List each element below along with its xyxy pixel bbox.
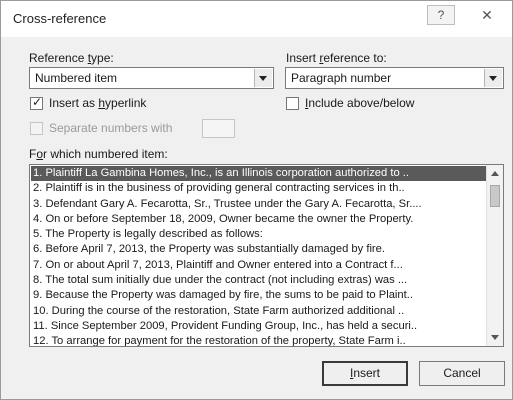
list-item[interactable]: 11. Since September 2009, Provident Fund… (31, 319, 486, 334)
list-item[interactable]: 2. Plaintiff is in the business of provi… (31, 181, 486, 196)
cancel-button[interactable]: Cancel (419, 361, 505, 386)
list-item[interactable]: 12. To arrange for payment for the resto… (31, 334, 486, 346)
insert-as-hyperlink-label[interactable]: Insert as hyperlink (49, 96, 146, 110)
scroll-down-icon[interactable] (491, 335, 499, 340)
reference-type-label: Reference type: (29, 51, 114, 65)
help-icon: ? (437, 8, 445, 22)
title-bar: Cross-reference ? ✕ (1, 1, 512, 37)
list-item[interactable]: 5. The Property is legally described as … (31, 227, 486, 242)
help-button[interactable]: ? (427, 5, 455, 25)
close-icon: ✕ (481, 7, 493, 23)
chevron-down-icon[interactable] (484, 69, 502, 87)
list-item[interactable]: 10. During the course of the restoration… (31, 304, 486, 319)
item-list: 1. Plaintiff La Gambina Homes, Inc., is … (31, 166, 486, 346)
list-item[interactable]: 7. On or about April 7, 2013, Plaintiff … (31, 258, 486, 273)
list-item[interactable]: 8. The total sum initially due under the… (31, 273, 486, 288)
list-item[interactable]: 6. Before April 7, 2013, the Property wa… (31, 242, 486, 257)
cross-reference-dialog: Cross-reference ? ✕ Reference type: Numb… (0, 0, 513, 400)
list-item[interactable]: 9. Because the Property was damaged by f… (31, 288, 486, 303)
scroll-up-icon[interactable] (491, 171, 499, 176)
separate-numbers-checkbox[interactable] (30, 122, 43, 135)
list-item[interactable]: 3. Defendant Gary A. Fecarotta, Sr., Tru… (31, 197, 486, 212)
list-item[interactable]: 1. Plaintiff La Gambina Homes, Inc., is … (31, 166, 486, 182)
chevron-down-icon[interactable] (254, 69, 272, 87)
insert-reference-to-label: Insert reference to: (286, 51, 387, 65)
separate-numbers-label: Separate numbers with (49, 121, 173, 135)
reference-type-value: Numbered item (35, 71, 118, 85)
insert-button[interactable]: Insert (322, 361, 408, 386)
checkmark-icon: ✓ (32, 95, 43, 109)
include-above-below-checkbox[interactable] (286, 97, 299, 110)
insert-as-hyperlink-checkbox[interactable]: ✓ (30, 95, 43, 110)
separator-input[interactable] (202, 119, 235, 138)
numbered-item-listbox[interactable]: 1. Plaintiff La Gambina Homes, Inc., is … (29, 164, 504, 347)
list-item[interactable]: 4. On or before September 18, 2009, Owne… (31, 212, 486, 227)
for-which-label: For which numbered item: (29, 147, 168, 161)
scroll-thumb[interactable] (490, 185, 500, 207)
vertical-scrollbar[interactable] (486, 165, 503, 346)
reference-type-dropdown[interactable]: Numbered item (29, 67, 274, 89)
close-button[interactable]: ✕ (473, 5, 501, 25)
insert-reference-to-value: Paragraph number (291, 71, 392, 85)
dialog-title: Cross-reference (13, 11, 107, 26)
insert-reference-to-dropdown[interactable]: Paragraph number (285, 67, 504, 89)
include-above-below-label[interactable]: Include above/below (305, 96, 414, 110)
